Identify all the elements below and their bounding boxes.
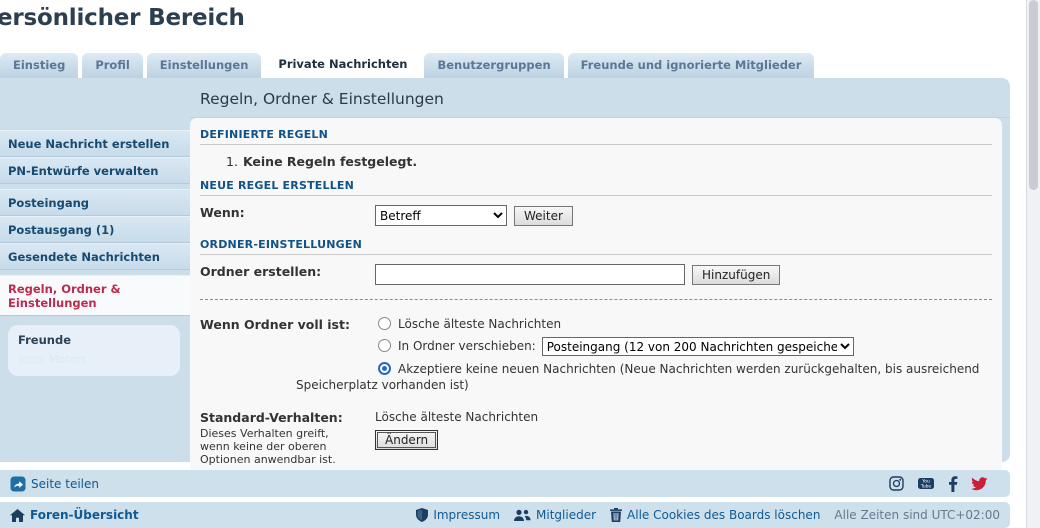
- delete-cookies-link[interactable]: Alle Cookies des Boards löschen: [610, 508, 820, 522]
- default-behavior-description: Dieses Verhalten greift, wenn keine der …: [200, 427, 360, 466]
- option-delete-oldest[interactable]: Lösche älteste Nachrichten: [296, 316, 992, 332]
- personal-area-page: ersönlicher Bereich Einstieg Profil Eins…: [0, 0, 1040, 528]
- scrollbar-track[interactable]: [1026, 0, 1040, 528]
- twitter-icon[interactable]: [971, 477, 988, 491]
- svg-text:Tube: Tube: [920, 483, 932, 489]
- option-label: In Ordner verschieben:: [398, 339, 536, 353]
- when-label: Wenn:: [200, 205, 375, 220]
- tab-einstieg[interactable]: Einstieg: [0, 53, 78, 78]
- page-title: ersönlicher Bereich: [0, 5, 245, 31]
- tab-profil[interactable]: Profil: [82, 53, 142, 78]
- option-move-to-folder[interactable]: In Ordner verschieben: Posteingang (12 vo…: [296, 337, 992, 356]
- friends-panel: Freunde Motors: [8, 325, 180, 376]
- footer-bar: Foren-Übersicht Impressum Mitglieder Al: [0, 502, 1010, 528]
- option-label: Akzeptiere keine neuen Nachrichten (Neue…: [296, 362, 979, 392]
- radio-icon[interactable]: [378, 317, 391, 330]
- tab-private-nachrichten[interactable]: Private Nachrichten: [265, 50, 420, 78]
- option-accept-no-new[interactable]: Akzeptiere keine neuen Nachrichten (Neue…: [296, 361, 992, 393]
- main-header-title: Regeln, Ordner & Einstellungen: [190, 78, 1010, 118]
- youtube-icon[interactable]: YouTube: [917, 476, 935, 491]
- rule-condition-select[interactable]: Betreff: [375, 205, 507, 226]
- settings-panel: DEFINIERTE REGELN 1. Keine Regeln festgel…: [190, 118, 1002, 488]
- board-index-link[interactable]: Foren-Übersicht: [10, 508, 139, 522]
- section-heading-defined-rules: DEFINIERTE REGELN: [200, 128, 992, 145]
- default-behavior-label: Standard-Verhalten:: [200, 410, 375, 425]
- friend-entry-faint[interactable]: Motors: [18, 353, 170, 366]
- home-icon: [10, 509, 25, 522]
- instagram-icon[interactable]: [889, 476, 904, 491]
- board-index-label: Foren-Übersicht: [30, 508, 139, 522]
- new-rule-row: Wenn: Betreff Weiter: [200, 205, 992, 226]
- share-icon: [10, 476, 26, 492]
- option-label: Lösche älteste Nachrichten: [398, 317, 561, 331]
- faint-username-fragment: [18, 356, 44, 364]
- friend-name-faint: Motors: [49, 353, 87, 366]
- dashed-divider: [200, 299, 992, 300]
- social-icons: YouTube: [889, 476, 988, 492]
- members-label: Mitglieder: [536, 508, 596, 522]
- radio-icon-selected[interactable]: [378, 362, 391, 375]
- delete-cookies-label: Alle Cookies des Boards löschen: [627, 508, 820, 522]
- folder-full-label: Wenn Ordner voll ist:: [200, 317, 375, 332]
- default-behavior-value: Lösche älteste Nachrichten: [375, 410, 538, 424]
- shield-icon: [416, 508, 428, 522]
- facebook-icon[interactable]: [948, 476, 958, 492]
- create-folder-label: Ordner erstellen:: [200, 264, 375, 279]
- rule-text: Keine Regeln festgelegt.: [243, 154, 417, 169]
- timezone-text: Alle Zeiten sind UTC+02:00: [834, 508, 1000, 522]
- sidebar: Neue Nachricht erstellen PN-Entwürfe ver…: [0, 78, 190, 376]
- friends-panel-title: Freunde: [18, 333, 170, 347]
- tab-bar: Einstieg Profil Einstellungen Private Na…: [0, 50, 814, 78]
- section-heading-folder-settings: ORDNER-EINSTELLUNGEN: [200, 238, 992, 255]
- share-page-link[interactable]: Seite teilen: [10, 476, 99, 492]
- members-link[interactable]: Mitglieder: [514, 508, 596, 522]
- impressum-link[interactable]: Impressum: [416, 508, 500, 522]
- sidebar-item-neue-nachricht[interactable]: Neue Nachricht erstellen: [0, 130, 190, 157]
- default-behavior-row: Standard-Verhalten: Dieses Verhalten gre…: [200, 410, 992, 466]
- folder-full-options: Lösche älteste Nachrichten In Ordner ver…: [296, 316, 992, 398]
- tab-freunde-ignorierte[interactable]: Freunde und ignorierte Mitglieder: [568, 53, 815, 78]
- main-column: Regeln, Ordner & Einstellungen DEFINIERT…: [190, 78, 1010, 488]
- rule-number: 1.: [226, 154, 238, 169]
- members-icon: [514, 509, 531, 522]
- sidebar-item-pn-entwuerfe[interactable]: PN-Entwürfe verwalten: [0, 157, 190, 184]
- folder-name-input[interactable]: [375, 264, 685, 285]
- share-bar: Seite teilen YouTube: [0, 470, 1010, 497]
- move-target-folder-select[interactable]: Posteingang (12 von 200 Nachrichten gesp…: [542, 337, 854, 356]
- sidebar-item-gesendete[interactable]: Gesendete Nachrichten: [0, 243, 190, 270]
- weiter-button[interactable]: Weiter: [514, 206, 573, 226]
- create-folder-row: Ordner erstellen: Hinzufügen: [200, 264, 992, 285]
- section-heading-new-rule: NEUE REGEL ERSTELLEN: [200, 179, 992, 196]
- impressum-label: Impressum: [433, 508, 500, 522]
- defined-rules-list: 1. Keine Regeln festgelegt.: [226, 154, 992, 169]
- folder-full-row: Wenn Ordner voll ist: Lösche älteste Nac…: [200, 316, 992, 398]
- radio-icon[interactable]: [378, 339, 391, 352]
- sidebar-item-regeln-ordner[interactable]: Regeln, Ordner & Einstellungen: [0, 275, 190, 316]
- trash-icon: [610, 508, 622, 522]
- hinzufuegen-button[interactable]: Hinzufügen: [692, 265, 780, 285]
- sidebar-item-postausgang[interactable]: Postausgang (1): [0, 216, 190, 243]
- aendern-button[interactable]: Ändern: [375, 430, 438, 450]
- scrollbar-thumb[interactable]: [1029, 0, 1038, 190]
- share-page-label: Seite teilen: [31, 477, 99, 491]
- sidebar-item-posteingang[interactable]: Posteingang: [0, 189, 190, 216]
- tab-einstellungen[interactable]: Einstellungen: [147, 53, 262, 78]
- tab-benutzergruppen[interactable]: Benutzergruppen: [424, 53, 563, 78]
- content-wrapper: Neue Nachricht erstellen PN-Entwürfe ver…: [0, 78, 1010, 462]
